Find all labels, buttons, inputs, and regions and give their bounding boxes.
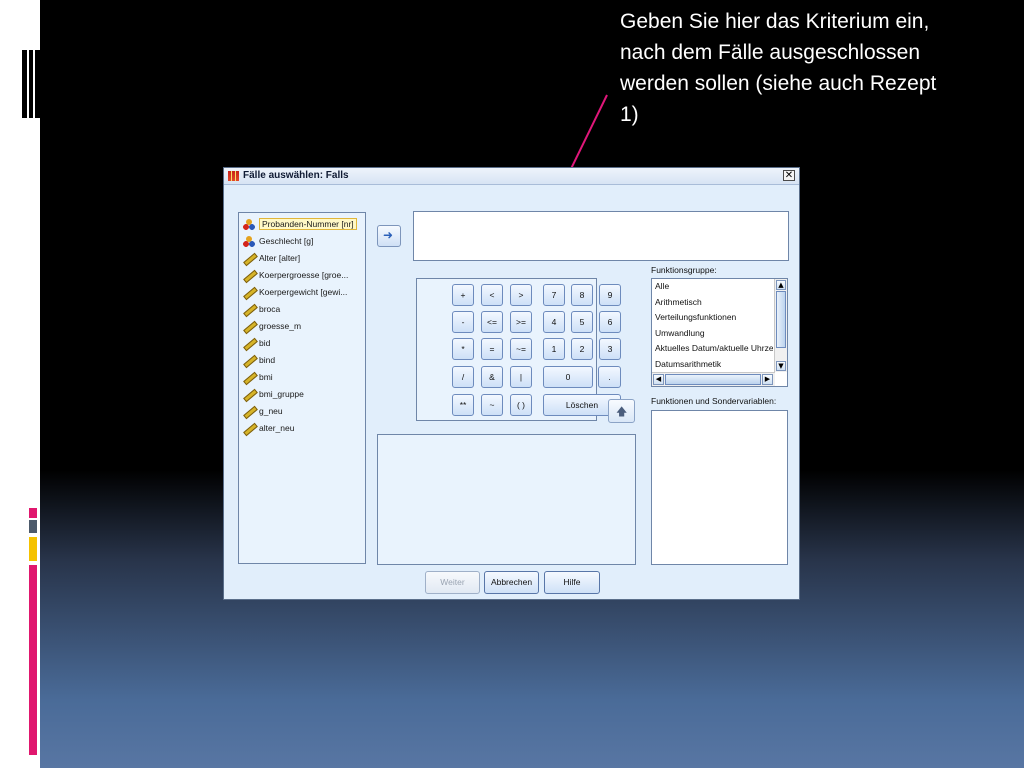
help-button[interactable]: Hilfe	[544, 571, 600, 594]
function-group-item[interactable]: Arithmetisch	[652, 295, 773, 311]
close-button[interactable]: ✕	[783, 170, 795, 181]
variable-label: bid	[259, 338, 271, 348]
scroll-right-arrow-icon[interactable]: ▶	[762, 374, 773, 385]
scale-icon	[243, 287, 255, 298]
keypad-key[interactable]: &	[481, 366, 503, 388]
keypad-key[interactable]: |	[510, 366, 532, 388]
function-group-item[interactable]: Datumsarithmetik	[652, 357, 773, 373]
keypad-key[interactable]: 4	[543, 311, 565, 333]
keypad-key[interactable]: +	[452, 284, 474, 306]
functions-label: Funktionen und Sondervariablen:	[651, 396, 777, 406]
keypad-key[interactable]: <=	[481, 311, 503, 333]
variable-label: bmi	[259, 372, 273, 382]
keypad-key[interactable]: 0	[543, 366, 593, 388]
function-group-item[interactable]: Umwandlung	[652, 326, 773, 342]
variable-label: groesse_m	[259, 321, 302, 331]
scale-icon	[243, 253, 255, 264]
function-group-items: Alle Arithmetisch Verteilungsfunktionen Umw…	[652, 279, 787, 372]
keypad-key[interactable]: >	[510, 284, 532, 306]
calculator-keypad: + < >7 8 9- <= >= 4 5 6 * = ~= 1 2 3/& | 0. ** ~( ) Löschen	[416, 278, 621, 421]
variable-label: g_neu	[259, 406, 283, 416]
function-group-label: Funktionsgruppe:	[651, 265, 717, 275]
dialog-title: Fälle auswählen: Falls	[243, 170, 349, 181]
keypad-key[interactable]: *	[452, 338, 474, 360]
keypad-key[interactable]: /	[452, 366, 474, 388]
variable-item[interactable]: g_neu	[239, 403, 365, 420]
cancel-button[interactable]: Abbrechen	[484, 571, 539, 594]
variable-label: broca	[259, 304, 281, 314]
scroll-thumb-horizontal[interactable]	[665, 374, 761, 385]
keypad-key[interactable]: 7	[543, 284, 565, 306]
function-description-area	[377, 434, 636, 565]
variable-label: Probanden-Nummer [nr]	[259, 218, 357, 230]
numeric-expression-input[interactable]	[413, 211, 789, 261]
keypad-key[interactable]: 2	[571, 338, 593, 360]
variable-list[interactable]: Probanden-Nummer [nr] Geschlecht [g] Alter…	[238, 212, 366, 564]
scale-icon	[243, 372, 255, 383]
variable-label: Koerpergroesse [groe...	[259, 270, 349, 280]
spss-app-icon	[228, 171, 239, 181]
keypad-key[interactable]: 9	[599, 284, 621, 306]
variable-item[interactable]: alter_neu	[239, 420, 365, 437]
scale-icon	[243, 355, 255, 366]
keypad-key[interactable]: ( )	[510, 394, 532, 416]
scale-icon	[243, 321, 255, 332]
variable-label: alter_neu	[259, 423, 295, 433]
transfer-arrow-button[interactable]	[377, 225, 401, 247]
scale-icon	[243, 338, 255, 349]
keypad-key[interactable]: ~=	[510, 338, 532, 360]
insert-function-up-button[interactable]	[608, 399, 635, 423]
scroll-down-arrow-icon[interactable]: ▼	[776, 361, 786, 371]
function-group-item[interactable]: Aktuelles Datum/aktuelle Uhrzeit	[652, 341, 773, 357]
dialog-titlebar[interactable]: Fälle auswählen: Falls ✕	[224, 168, 799, 185]
keypad-key[interactable]: <	[481, 284, 503, 306]
keypad-key[interactable]: =	[481, 338, 503, 360]
function-group-listbox[interactable]: Alle Arithmetisch Verteilungsfunktionen Umw…	[651, 278, 788, 387]
nominal-icon	[243, 236, 255, 247]
scale-icon	[243, 406, 255, 417]
functions-listbox[interactable]	[651, 410, 788, 565]
variable-item[interactable]: bmi_gruppe	[239, 386, 365, 403]
variable-item[interactable]: Koerpergroesse [groe...	[239, 267, 365, 284]
keypad-key[interactable]: 3	[599, 338, 621, 360]
function-group-vertical-scrollbar[interactable]: ▲ ▼	[774, 279, 787, 372]
scale-icon	[243, 270, 255, 281]
variable-label: Alter [alter]	[259, 253, 301, 263]
variable-item[interactable]: bind	[239, 352, 365, 369]
scroll-thumb[interactable]	[776, 291, 786, 348]
scroll-up-arrow-icon[interactable]: ▲	[776, 280, 786, 290]
variable-label: Geschlecht [g]	[259, 236, 314, 246]
scale-icon	[243, 423, 255, 434]
function-group-horizontal-scrollbar[interactable]: ◀ ▶	[652, 372, 775, 386]
keypad-key[interactable]: 5	[571, 311, 593, 333]
function-group-item[interactable]: Alle	[652, 279, 773, 295]
variable-item[interactable]: Koerpergewicht [gewi...	[239, 284, 365, 301]
keypad-key[interactable]: 8	[571, 284, 593, 306]
variable-label: bind	[259, 355, 276, 365]
variable-item[interactable]: bid	[239, 335, 365, 352]
keypad-key[interactable]: **	[452, 394, 474, 416]
keypad-key[interactable]: ~	[481, 394, 503, 416]
keypad-key[interactable]: .	[598, 366, 621, 388]
variable-item[interactable]: broca	[239, 301, 365, 318]
nominal-icon	[243, 219, 255, 230]
keypad-key[interactable]: 1	[543, 338, 565, 360]
continue-button[interactable]: Weiter	[425, 571, 480, 594]
variable-item[interactable]: Alter [alter]	[239, 250, 365, 267]
variable-item[interactable]: Geschlecht [g]	[239, 233, 365, 250]
scale-icon	[243, 304, 255, 315]
scroll-left-arrow-icon[interactable]: ◀	[653, 374, 664, 385]
function-group-item[interactable]: Verteilungsfunktionen	[652, 310, 773, 326]
variable-item[interactable]: groesse_m	[239, 318, 365, 335]
variable-item[interactable]: bmi	[239, 369, 365, 386]
keypad-key[interactable]: >=	[510, 311, 532, 333]
select-cases-if-dialog: Fälle auswählen: Falls ✕ Probanden-Numme…	[223, 167, 800, 600]
scale-icon	[243, 389, 255, 400]
keypad-key[interactable]: -	[452, 311, 474, 333]
keypad-key[interactable]: 6	[599, 311, 621, 333]
variable-label: bmi_gruppe	[259, 389, 304, 399]
variable-label: Koerpergewicht [gewi...	[259, 287, 348, 297]
variable-item[interactable]: Probanden-Nummer [nr]	[239, 216, 365, 233]
